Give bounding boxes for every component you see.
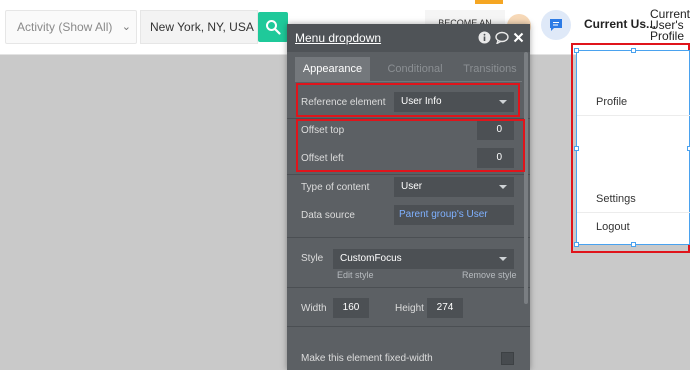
activity-filter-value: Activity (Show All) [17,20,113,34]
tab-conditional[interactable]: Conditional [375,57,455,81]
offset-top-label: Offset top [301,125,345,136]
current-user-label[interactable]: Current Us... [584,17,656,31]
menu-item-profile[interactable]: Profile [577,88,690,116]
chat-icon [550,19,562,31]
divider [287,326,530,327]
fixed-width-checkbox[interactable] [501,352,514,365]
panel-header[interactable]: Menu dropdown [287,24,530,52]
chevron-down-icon: ⌄ [121,21,131,33]
menu-item-label: Logout [596,221,630,233]
orange-accent-bar [475,0,503,4]
width-input[interactable]: 160 [333,298,369,318]
comment-icon[interactable] [494,30,509,45]
resize-handle[interactable] [631,48,636,53]
chat-button[interactable] [541,10,571,40]
caret-down-icon [499,257,507,261]
divider [287,237,530,238]
height-input[interactable]: 274 [427,298,463,318]
search-icon [266,20,281,35]
info-icon[interactable] [477,30,492,45]
fixed-width-label: Make this element fixed-width [301,353,433,364]
current-profile-label[interactable]: Current User's Profile [650,9,690,42]
menu-item-logout[interactable]: Logout [577,213,690,241]
width-label: Width [301,303,327,314]
close-icon[interactable] [511,30,526,45]
activity-filter-select[interactable]: Activity (Show All) ⌄ [5,10,137,44]
style-value: CustomFocus [340,253,402,264]
reference-element-value: User Info [401,96,442,107]
caret-down-icon [499,185,507,189]
property-editor-panel: Menu dropdown Appearance Conditional Tra… [287,24,530,370]
divider [287,287,530,288]
location-input[interactable]: New York, NY, USA [140,10,258,44]
menu-dropdown-preview[interactable]: Profile Settings Logout [574,48,690,247]
tab-transitions[interactable]: Transitions [450,57,530,81]
search-button[interactable] [258,12,288,42]
reference-element-label: Reference element [301,97,386,108]
style-dropdown[interactable]: CustomFocus [333,249,514,269]
menu-item-settings[interactable]: Settings [577,185,690,213]
offset-top-input[interactable]: 0 [477,120,514,140]
data-source-expression[interactable]: Parent group's User [394,205,514,225]
tab-divider [295,81,522,82]
offset-left-input[interactable]: 0 [477,148,514,168]
style-label: Style [301,253,324,264]
tab-appearance[interactable]: Appearance [295,57,370,81]
reference-element-dropdown[interactable]: User Info [394,92,514,112]
menu-item-label: Settings [596,193,636,205]
type-of-content-label: Type of content [301,182,370,193]
resize-handle[interactable] [631,242,636,247]
panel-scrollbar[interactable] [524,52,528,304]
menu-item-label: Profile [596,96,628,108]
resize-handle[interactable] [574,242,579,247]
resize-handle[interactable] [574,48,579,53]
type-of-content-value: User [401,181,423,192]
height-label: Height [395,303,424,314]
remove-style-link[interactable]: Remove style [462,270,517,280]
edit-style-link[interactable]: Edit style [337,270,374,280]
caret-down-icon [499,100,507,104]
divider [287,118,530,119]
divider [287,174,530,175]
offset-left-label: Offset left [301,153,344,164]
data-source-label: Data source [301,210,355,221]
panel-title[interactable]: Menu dropdown [295,31,381,45]
type-of-content-dropdown[interactable]: User [394,177,514,197]
resize-handle[interactable] [574,146,579,151]
